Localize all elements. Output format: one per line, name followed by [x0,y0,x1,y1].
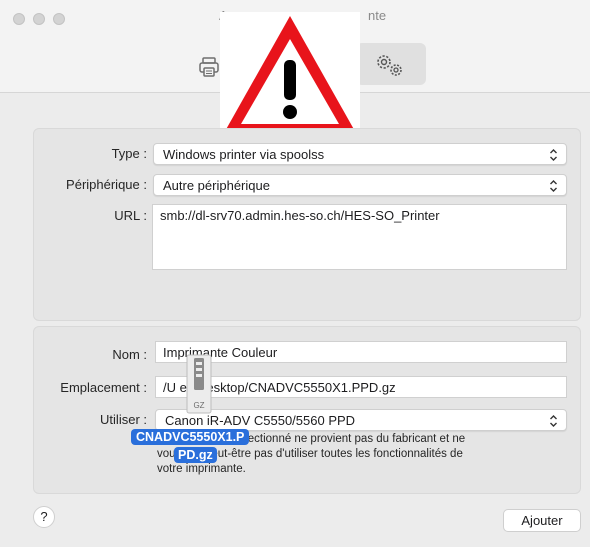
warning-overlay [220,12,360,137]
minimize-window-button[interactable] [33,13,45,25]
type-value: Windows printer via spoolss [163,147,325,162]
printer-icon[interactable] [198,56,220,78]
type-popup[interactable]: Windows printer via spoolss [153,143,567,165]
url-field[interactable]: smb://dl-srv70.admin.hes-so.ch/HES-SO_Pr… [152,204,567,270]
dragged-file-name-line-2: PD.gz [174,447,217,463]
close-window-button[interactable] [13,13,25,25]
chevron-updown-icon [550,149,557,161]
gz-file-drag-icon[interactable]: GZ [185,353,213,417]
help-button[interactable]: ? [33,506,55,528]
warning-icon [224,16,356,133]
add-printer-window: A nte Type : Windows printer via spoolss [0,0,590,547]
chevron-updown-icon [550,415,557,427]
chevron-updown-icon [550,180,557,192]
driver-warning-line-2: vou ettra peut-être pas d'utiliser toute… [157,448,463,460]
window-title-fragment-right: nte [368,8,387,23]
device-label: Périphérique : [66,177,147,192]
name-field[interactable]: Imprimante Couleur [155,341,567,363]
device-value: Autre périphérique [163,178,270,193]
gz-icon-label: GZ [193,401,204,410]
name-label: Nom : [112,347,147,362]
device-popup[interactable]: Autre périphérique [153,174,567,196]
gears-icon[interactable] [373,52,407,80]
use-label: Utiliser : [100,412,147,427]
dragged-file-name-line-1: CNADVC5550X1.P [131,429,250,445]
add-button[interactable]: Ajouter [503,509,581,532]
driver-popup[interactable]: Canon iR-ADV C5550/5560 PPD [155,409,567,431]
url-label: URL : [114,208,147,223]
type-label: Type : [111,146,147,161]
location-field[interactable]: /U es/Desktop/CNADVC5550X1.PPD.gz [155,376,567,398]
location-label: Emplacement : [60,380,147,395]
zoom-window-button[interactable] [53,13,65,25]
driver-warning-line-3: votre imprimante. [157,463,246,475]
